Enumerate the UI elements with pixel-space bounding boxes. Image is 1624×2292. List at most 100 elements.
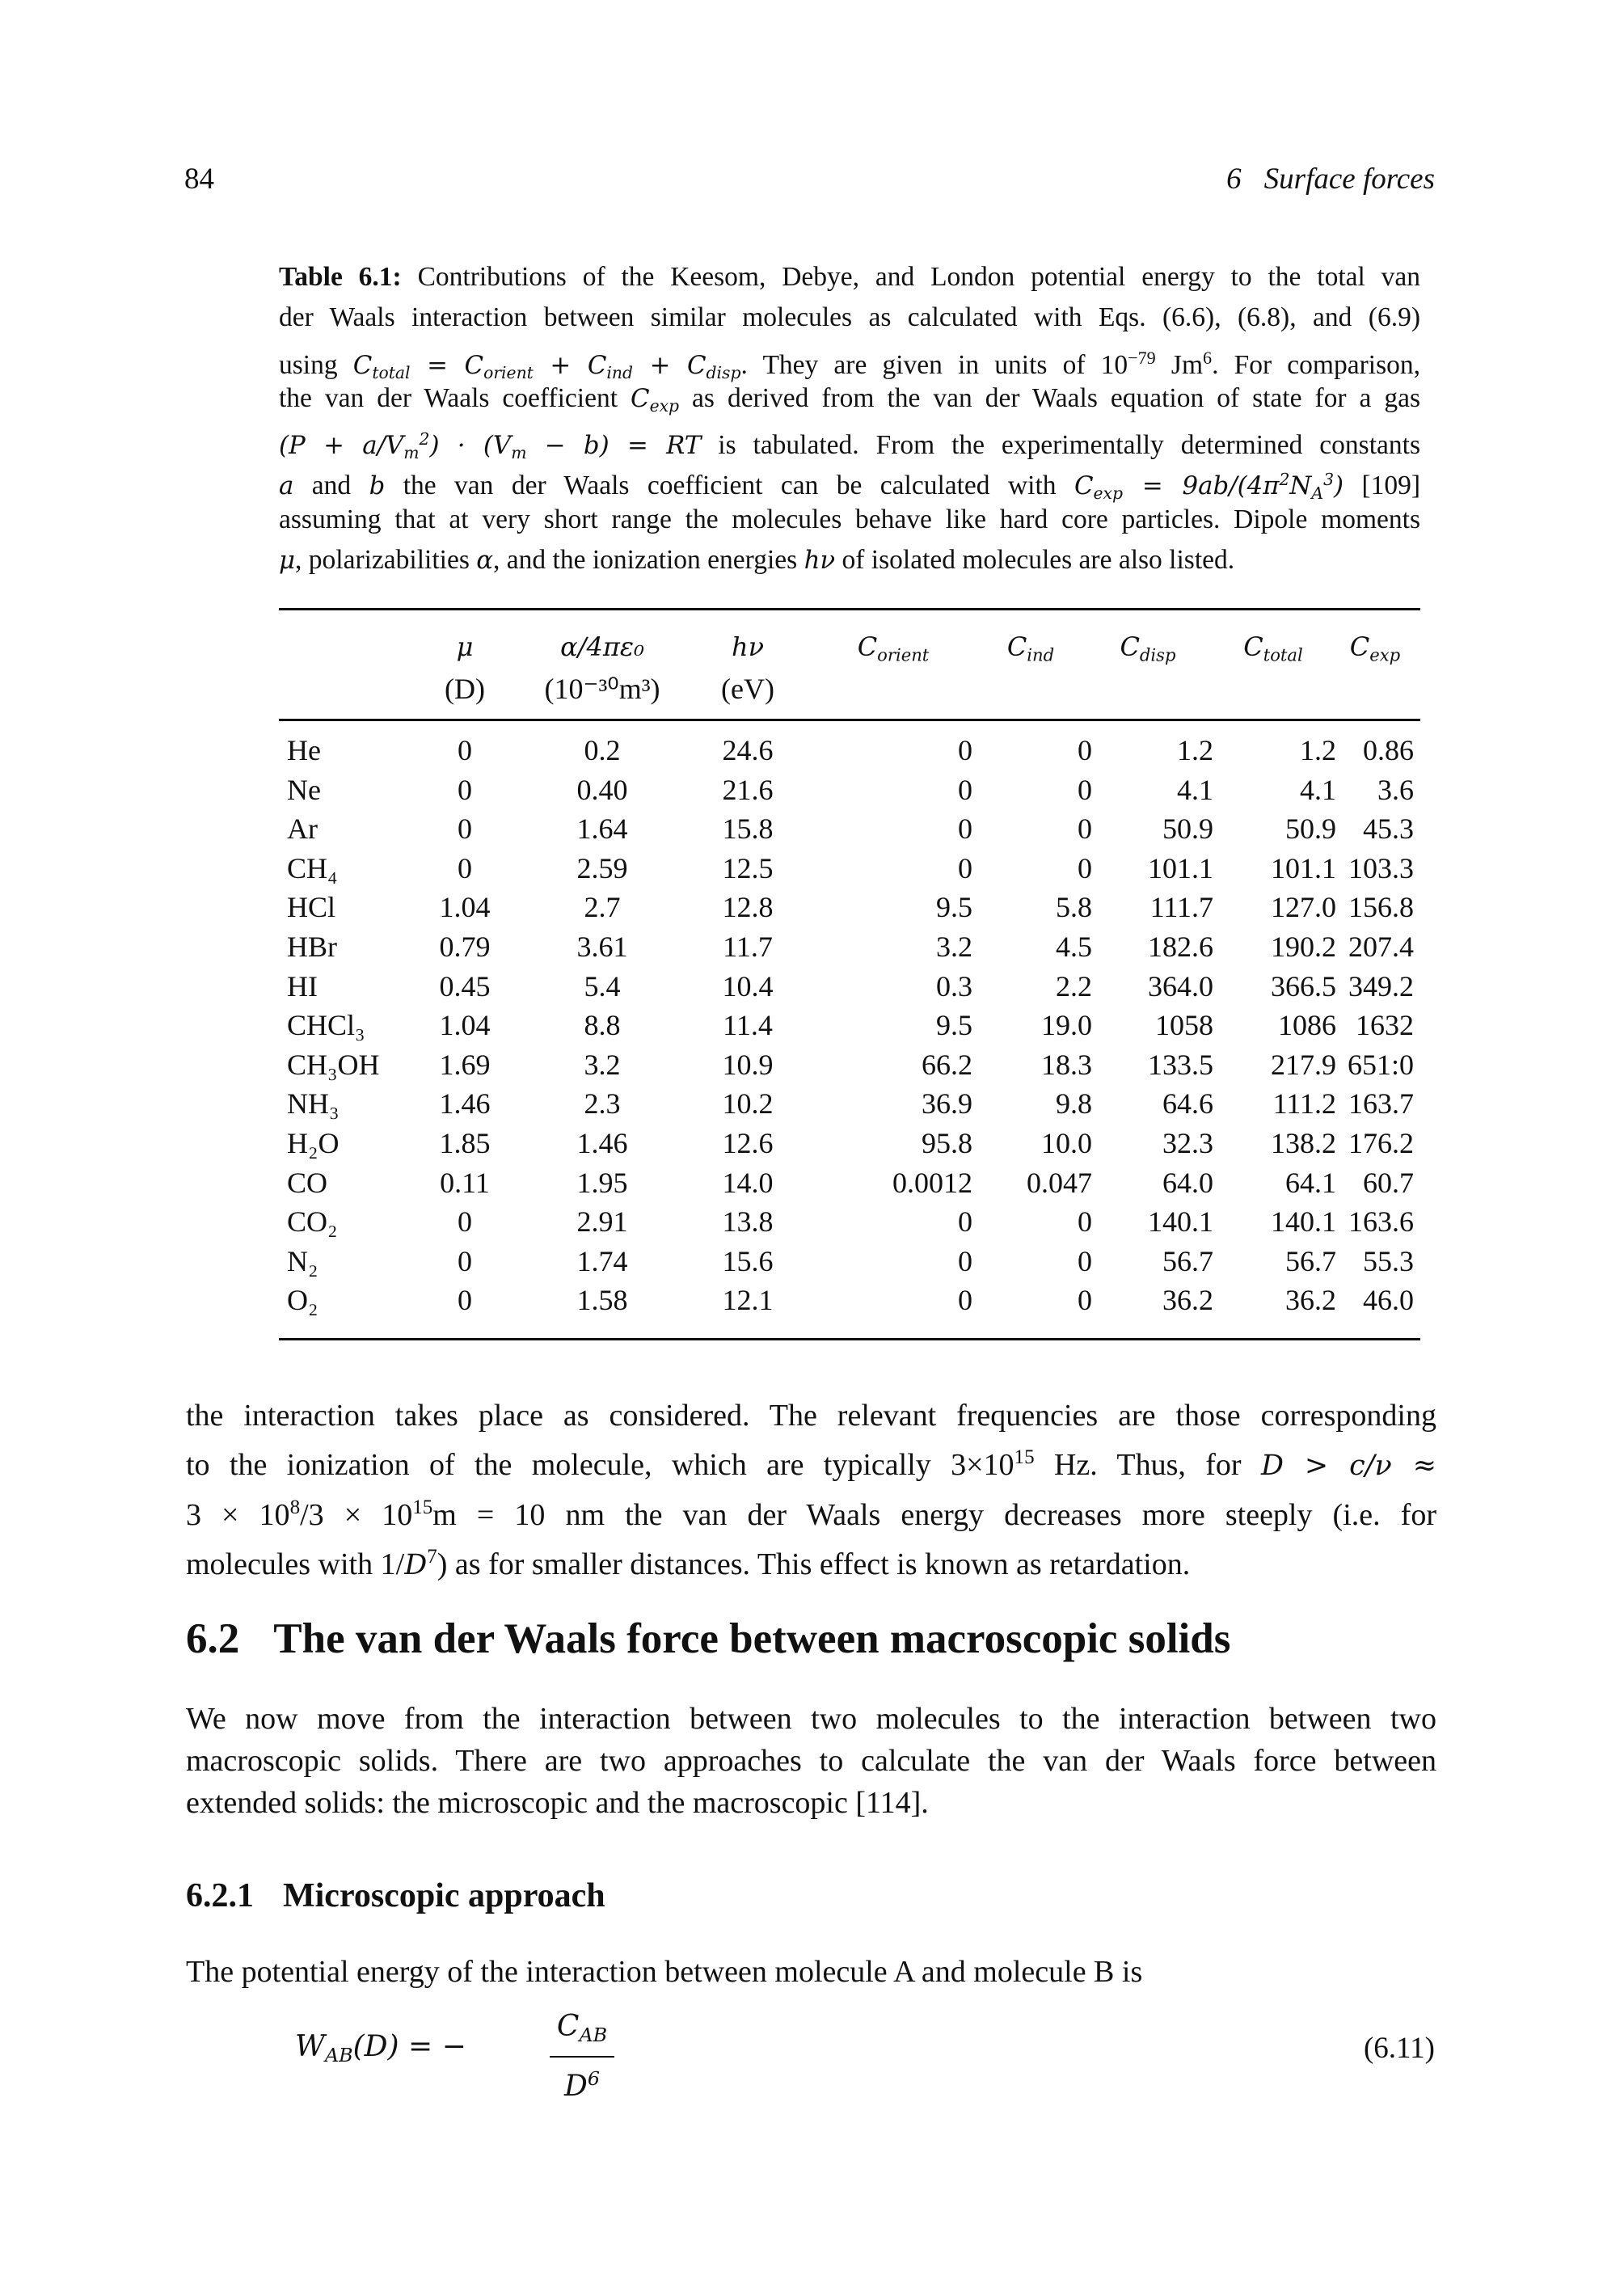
table-row: H₂O 1.85 1.46 12.6 95.8 10.0 32.3 138.2 176.2 <box>279 1124 1420 1163</box>
paragraph-potential: The potential energy of the interaction … <box>186 1951 1436 1993</box>
citation: [109] <box>1343 471 1421 501</box>
cell-mu: 1.04 <box>439 891 491 924</box>
table-row: CO₂ 0 2.91 13.8 0 0 140.1 140.1 163.6 <box>279 1202 1420 1241</box>
paragraph-line: The potential energy of the interaction … <box>186 1955 1143 1989</box>
text: 3 × 10 <box>186 1497 290 1532</box>
text: Jm <box>1155 350 1204 381</box>
caption-text: Contributions of the Keesom, Debye, and … <box>417 262 1421 292</box>
cell-molecule: CH₃OH <box>287 1048 380 1081</box>
cell-c-total: 36.2 <box>1285 1284 1336 1317</box>
table-row: NH₃ 1.46 2.3 10.2 36.9 9.8 64.6 111.2 163.7 <box>279 1084 1420 1123</box>
subsection-heading: 6.2.1 Microscopic approach <box>186 1874 605 1918</box>
math-mu: μ <box>279 546 296 575</box>
math-cexp-formula: Cexp = 9ab/(4π2NA3) <box>1074 470 1344 504</box>
cell-c-ind: 0 <box>1078 1244 1092 1277</box>
cell-c-orient: 0.3 <box>936 969 972 1002</box>
exponent: 15 <box>1014 1446 1035 1468</box>
cell-c-disp: 1.2 <box>1177 734 1213 766</box>
cell-hnu: 12.8 <box>722 891 774 924</box>
caption-line-5: (P + a/Vm2) · (Vm − b) = RT is tabulated… <box>279 419 1420 462</box>
cell-c-exp: 3.6 <box>1377 773 1414 806</box>
cell-mu: 1.04 <box>439 1009 491 1042</box>
cell-c-total: 111.2 <box>1272 1087 1336 1121</box>
cell-molecule: CH₄ <box>287 851 338 884</box>
cell-alpha: 2.7 <box>584 891 621 924</box>
caption-line-2: der Waals interaction between similar mo… <box>279 302 1420 332</box>
text: using <box>279 350 353 381</box>
cell-mu: 0 <box>458 813 472 846</box>
cell-c-disp: 140.1 <box>1148 1205 1213 1239</box>
cell-c-exp: 207.4 <box>1348 931 1414 963</box>
text: Hz. Thus, for <box>1034 1447 1261 1482</box>
cell-molecule: HBr <box>287 931 337 963</box>
cell-c-ind: 4.5 <box>1056 931 1092 963</box>
fraction-numerator: CAB <box>550 2007 614 2054</box>
header-c-ind: Cind <box>974 627 1087 674</box>
cell-c-orient: 0 <box>958 851 972 884</box>
subscript: exp <box>1369 644 1401 665</box>
table-row: HI 0.45 5.4 10.4 0.3 2.2 364.0 366.5 349.2 <box>279 967 1420 1006</box>
cell-molecule: HCl <box>287 891 336 924</box>
paragraph-line: 3 × 108/3 × 1015m = 10 nm the van der Wa… <box>186 1487 1436 1536</box>
cell-c-disp: 64.6 <box>1162 1087 1213 1121</box>
equation-number: (6.11) <box>1363 2032 1435 2065</box>
symbol: W <box>295 2030 326 2063</box>
section-number: 6.2 <box>186 1615 240 1662</box>
cell-c-disp: 364.0 <box>1148 969 1213 1002</box>
cell-alpha: 1.95 <box>576 1166 628 1199</box>
cell-c-total: 140.1 <box>1271 1205 1336 1239</box>
cell-alpha: 2.91 <box>576 1205 628 1239</box>
cell-hnu: 21.6 <box>722 773 774 806</box>
subscript: ind <box>1027 644 1055 665</box>
caption-line-4: the van der Waals coefficient Cexp as de… <box>279 378 1420 419</box>
symbol: C <box>857 631 878 662</box>
cell-c-total: 217.9 <box>1271 1048 1336 1081</box>
text: and <box>293 471 369 501</box>
cell-c-disp: 56.7 <box>1162 1244 1213 1277</box>
cell-c-orient: 0 <box>958 1244 972 1277</box>
subscript: orient <box>877 644 930 665</box>
cell-c-ind: 10.0 <box>1041 1127 1092 1159</box>
cell-c-ind: 0 <box>1078 1284 1092 1317</box>
cell-c-ind: 9.8 <box>1056 1087 1092 1121</box>
cell-hnu: 15.6 <box>722 1244 774 1277</box>
paragraph-line: macroscopic solids. There are two approa… <box>186 1744 1436 1778</box>
cell-molecule: Ne <box>287 773 321 806</box>
header-c-exp: Cexp <box>1330 627 1420 674</box>
fraction-bar <box>550 2056 614 2058</box>
cell-hnu: 10.9 <box>722 1048 774 1081</box>
header-mu: μ <box>456 631 474 662</box>
paragraph-line: We now move from the interaction between… <box>186 1702 1436 1736</box>
cell-c-exp: 46.0 <box>1363 1284 1414 1317</box>
table-row: He 0 0.2 24.6 0 0 1.2 1.2 0.86 <box>279 731 1420 770</box>
cell-c-disp: 4.1 <box>1177 773 1213 806</box>
subscript: AB <box>325 2044 353 2067</box>
cell-c-orient: 0 <box>958 1205 972 1239</box>
math-d: D <box>404 1548 428 1581</box>
cell-alpha: 3.2 <box>584 1048 621 1081</box>
cell-c-orient: 9.5 <box>936 891 972 924</box>
text: to the ionization of the molecule, which… <box>186 1447 1014 1482</box>
exponent: 15 <box>412 1496 433 1518</box>
cell-c-disp: 133.5 <box>1148 1048 1213 1081</box>
cell-c-ind: 19.0 <box>1041 1009 1092 1042</box>
cell-hnu: 14.0 <box>722 1166 774 1199</box>
cell-c-orient: 36.9 <box>922 1087 972 1121</box>
caption-line-6: a and b the van der Waals coefficient ca… <box>279 459 1421 504</box>
table-row: CH₃OH 1.69 3.2 10.9 66.2 18.3 133.5 217.9 651:0 <box>279 1045 1420 1084</box>
cell-mu: 0.45 <box>439 969 491 1002</box>
cell-alpha: 0.2 <box>584 734 621 766</box>
cell-c-disp: 1058 <box>1155 1009 1213 1042</box>
exponent: 6 <box>1203 348 1213 368</box>
symbol: C <box>1006 631 1027 662</box>
text: the van der Waals coefficient can be cal… <box>385 471 1074 501</box>
text: is tabulated. From the experimentally de… <box>701 430 1420 461</box>
cell-c-total: 50.9 <box>1285 813 1336 846</box>
cell-c-orient: 95.8 <box>922 1127 972 1159</box>
cell-c-exp: 156.8 <box>1348 891 1414 924</box>
section-heading: 6.2 The van der Waals force between macro… <box>186 1613 1230 1665</box>
math-alpha: α <box>476 546 494 575</box>
table-row: HBr 0.79 3.61 11.7 3.2 4.5 182.6 190.2 207.4 <box>279 927 1420 966</box>
caption-line-7: assuming that at very short range the mo… <box>279 504 1420 534</box>
table-row: Ne 0 0.40 21.6 0 0 4.1 4.1 3.6 <box>279 770 1420 809</box>
